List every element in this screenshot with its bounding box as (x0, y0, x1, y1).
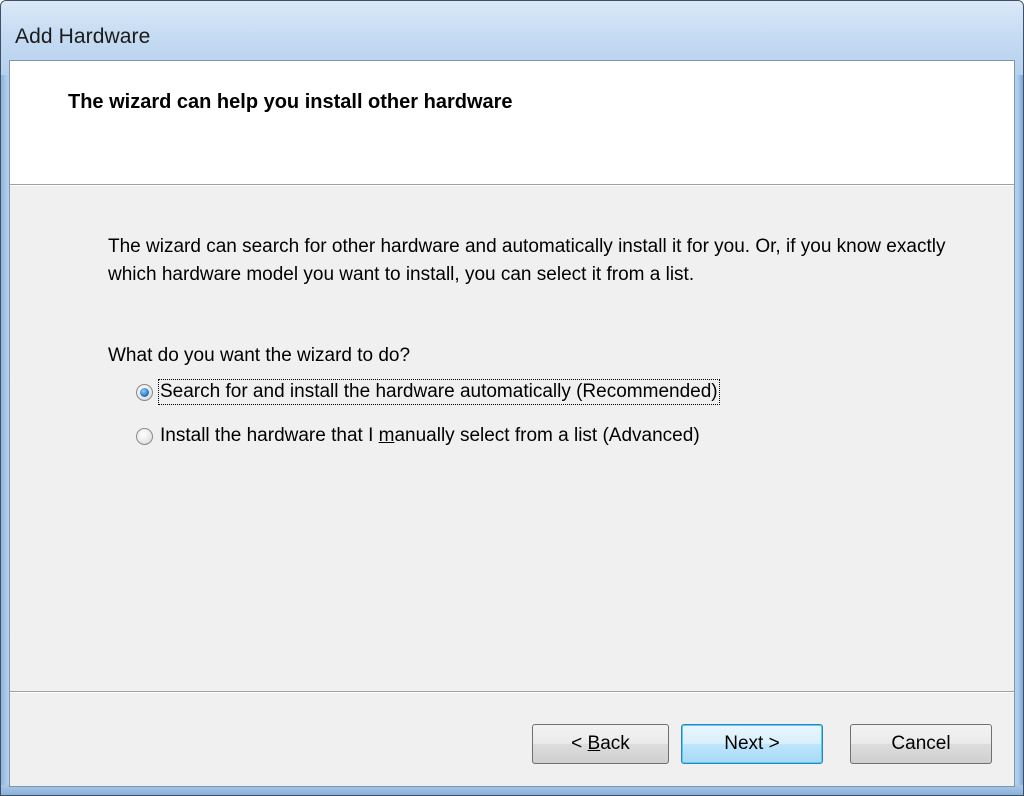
option-manual-select-label[interactable]: Install the hardware that I manually sel… (160, 425, 700, 447)
option-manual-label-end: anually select from a list (Advanced) (394, 425, 700, 446)
radio-button-unselected-icon[interactable] (136, 427, 153, 445)
button-area-separator (10, 691, 1014, 693)
option-manual-label-start: Install the hardware that I (160, 425, 379, 446)
wizard-question: What do you want the wizard to do? (108, 345, 411, 366)
wizard-description: The wizard can search for other hardware… (108, 236, 946, 285)
option-manual-label-accelerator: m (378, 425, 395, 446)
back-button-label-rest: ack (600, 733, 630, 754)
wizard-header-title: The wizard can help you install other ha… (68, 91, 513, 113)
option-manual-select[interactable]: Install the hardware that I manually sel… (136, 425, 700, 447)
add-hardware-window: Add Hardware The wizard can help you ins… (0, 0, 1024, 796)
option-search-automatically[interactable]: Search for and install the hardware auto… (136, 379, 720, 405)
back-button[interactable]: < Back (532, 724, 669, 764)
cancel-button[interactable]: Cancel (850, 724, 992, 764)
wizard-client-area: The wizard can help you install other ha… (9, 60, 1015, 787)
next-button[interactable]: Next > (681, 724, 823, 764)
back-button-prefix: < (571, 733, 588, 754)
back-button-accelerator: B (587, 733, 601, 754)
window-frame-right (1015, 75, 1023, 795)
radio-button-selected-icon[interactable] (136, 383, 153, 401)
wizard-header: The wizard can help you install other ha… (10, 61, 1014, 186)
window-title: Add Hardware (15, 25, 151, 48)
option-search-automatically-label[interactable]: Search for and install the hardware auto… (158, 379, 720, 405)
window-frame-left (1, 75, 9, 795)
